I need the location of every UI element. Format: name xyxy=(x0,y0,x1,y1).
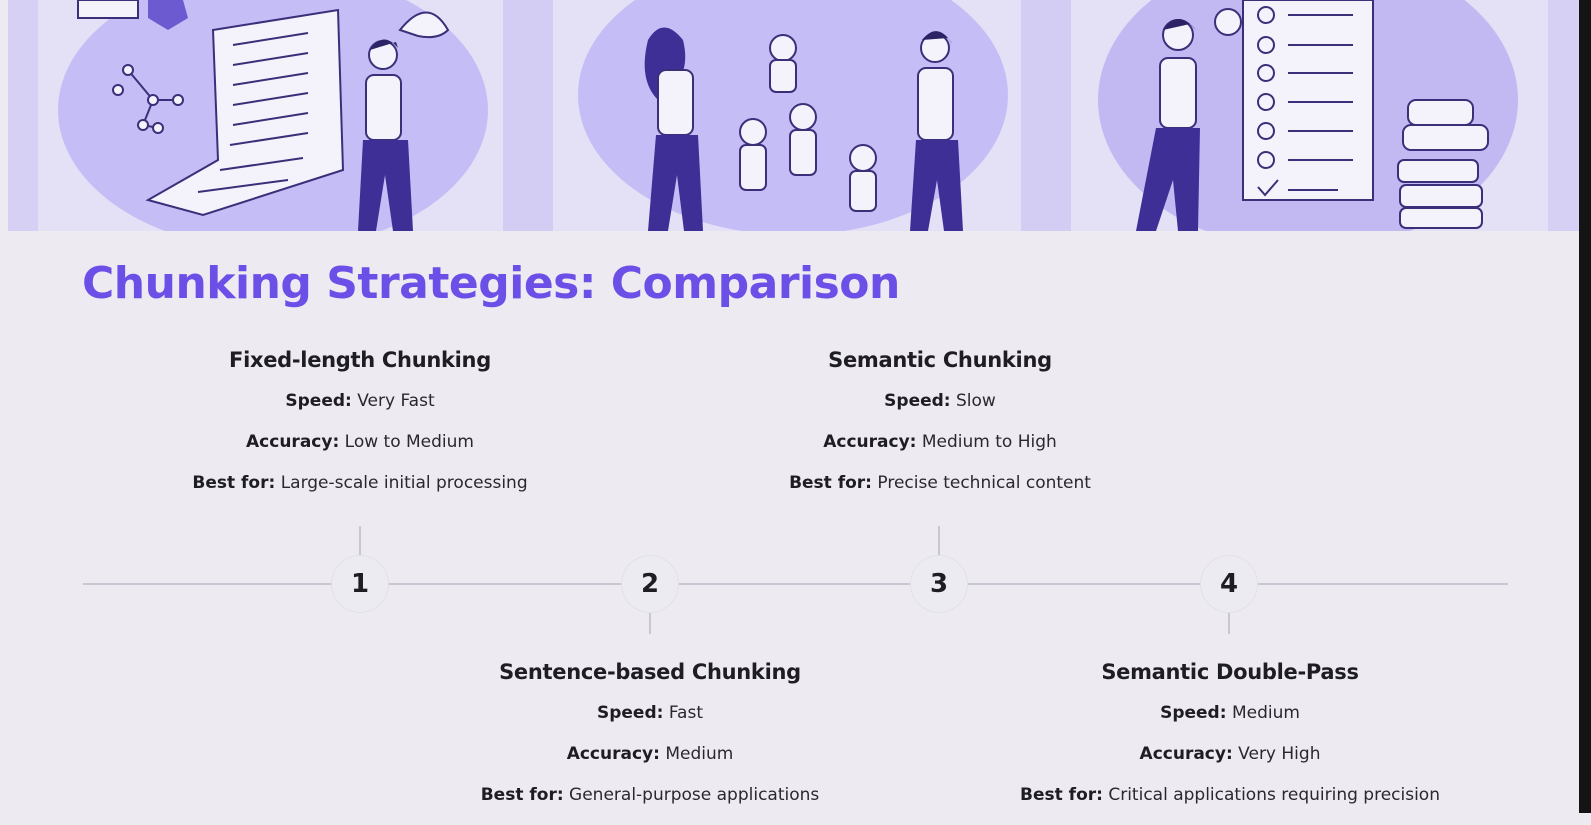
accuracy-row: Accuracy: Very High xyxy=(980,743,1480,765)
hero-illustration-banner xyxy=(8,0,1579,231)
strategy-title: Sentence-based Chunking xyxy=(499,660,801,684)
timeline-connector xyxy=(359,526,361,558)
accuracy-label: Accuracy: xyxy=(246,432,340,452)
strategy-title: Semantic Double-Pass xyxy=(1101,660,1359,684)
timeline-connector xyxy=(938,526,940,558)
best-for-value: Large-scale initial processing xyxy=(280,473,528,493)
step-number-2: 2 xyxy=(622,556,678,612)
strategy-card-semantic-double-pass: Semantic Double-Pass Speed: Medium Accur… xyxy=(980,660,1480,825)
best-for-label: Best for: xyxy=(480,785,564,805)
speed-row: Speed: Slow xyxy=(690,390,1190,412)
accuracy-label: Accuracy: xyxy=(823,432,917,452)
speed-value: Fast xyxy=(668,703,704,723)
step-number-3: 3 xyxy=(911,556,967,612)
speed-label: Speed: xyxy=(1160,703,1227,723)
page-title: Chunking Strategies: Comparison xyxy=(82,258,900,309)
best-for-row: Best for: Critical applications requirin… xyxy=(980,784,1480,806)
accuracy-value: Very High xyxy=(1238,744,1321,764)
speed-label: Speed: xyxy=(884,391,951,411)
strategy-card-fixed-length: Fixed-length Chunking Speed: Very Fast A… xyxy=(110,348,610,513)
speed-row: Speed: Very Fast xyxy=(110,390,610,412)
accuracy-value: Low to Medium xyxy=(344,432,474,452)
people-organizing-illustration xyxy=(8,0,1579,231)
timeline-axis xyxy=(83,583,1508,585)
best-for-row: Best for: Precise technical content xyxy=(690,472,1190,494)
accuracy-row: Accuracy: Medium xyxy=(400,743,900,765)
speed-label: Speed: xyxy=(596,703,664,723)
accuracy-row: Accuracy: Medium to High xyxy=(690,431,1190,453)
accuracy-row: Accuracy: Low to Medium xyxy=(110,431,610,453)
strategy-card-sentence-based: Sentence-based Chunking Speed: Fast Accu… xyxy=(400,660,900,825)
speed-value: Medium xyxy=(1231,703,1300,723)
speed-row: Speed: Medium xyxy=(980,702,1480,724)
right-edge-strip xyxy=(1579,0,1591,813)
best-for-value: Critical applications requiring precisio… xyxy=(1108,785,1440,805)
strategy-card-semantic: Semantic Chunking Speed: Slow Accuracy: … xyxy=(690,348,1190,513)
accuracy-label: Accuracy: xyxy=(1139,744,1233,764)
step-number-4: 4 xyxy=(1201,556,1257,612)
speed-value: Very Fast xyxy=(357,391,435,411)
best-for-value: General-purpose applications xyxy=(569,785,820,805)
strategy-title: Fixed-length Chunking xyxy=(229,348,491,372)
best-for-row: Best for: General-purpose applications xyxy=(400,784,900,806)
best-for-label: Best for: xyxy=(192,473,276,493)
speed-row: Speed: Fast xyxy=(400,702,900,724)
best-for-value: Precise technical content xyxy=(877,473,1091,493)
strategy-title: Semantic Chunking xyxy=(828,348,1052,372)
speed-label: Speed: xyxy=(285,391,352,411)
best-for-label: Best for: xyxy=(789,473,872,493)
speed-value: Slow xyxy=(956,391,996,411)
accuracy-value: Medium xyxy=(665,744,734,764)
best-for-label: Best for: xyxy=(1020,785,1103,805)
best-for-row: Best for: Large-scale initial processing xyxy=(110,472,610,494)
accuracy-label: Accuracy: xyxy=(566,744,660,764)
accuracy-value: Medium to High xyxy=(921,432,1057,452)
step-number-1: 1 xyxy=(332,556,388,612)
